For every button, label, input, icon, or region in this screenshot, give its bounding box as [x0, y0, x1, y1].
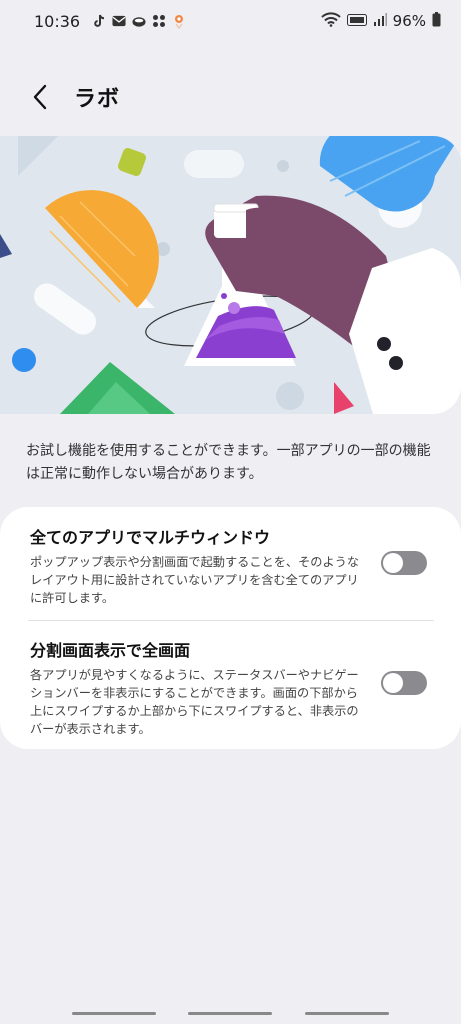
home-gesture[interactable]: [188, 1011, 273, 1015]
recent-apps-gesture[interactable]: [72, 1011, 157, 1015]
toggle-knob: [383, 673, 403, 693]
settings-card: 全てのアプリでマルチウィンドウ ポップアップ表示や分割画面で起動することを、その…: [0, 507, 461, 749]
fullscreen-split-toggle[interactable]: [381, 671, 427, 695]
battery-percent: 96%: [392, 12, 426, 30]
app-header: ラボ: [0, 72, 461, 122]
toggle-knob: [383, 553, 403, 573]
setting-title: 全てのアプリでマルチウィンドウ: [30, 528, 271, 547]
hero-illustration: [0, 136, 461, 414]
status-time: 10:36: [34, 11, 81, 31]
app-icon: [132, 14, 146, 28]
setting-multiwindow-all-apps[interactable]: 全てのアプリでマルチウィンドウ ポップアップ表示や分割画面で起動することを、その…: [30, 527, 435, 607]
divider: [28, 620, 434, 621]
location-pin-icon: [172, 14, 186, 29]
battery-icon: [432, 11, 441, 31]
setting-fullscreen-split-view[interactable]: 分割画面表示で全画面 各アプリが見やすくなるように、ステータスバーやナビゲーショ…: [30, 640, 435, 738]
status-left: 10:36: [34, 12, 186, 31]
status-bar: 10:36 96%: [0, 0, 461, 42]
navigation-bar: [0, 1002, 461, 1024]
back-gesture[interactable]: [304, 1011, 389, 1015]
multiwindow-toggle[interactable]: [381, 551, 427, 575]
setting-description: ポップアップ表示や分割画面で起動することを、そのようなレイアウト用に設計されてい…: [30, 555, 360, 605]
setting-title: 分割画面表示で全画面: [30, 641, 191, 660]
wifi-icon: [320, 11, 341, 31]
status-right: 96%: [320, 11, 441, 31]
signal-icon: [373, 12, 387, 30]
mail-icon: [112, 14, 126, 28]
tiktok-icon: [92, 14, 106, 28]
dots-icon: [152, 14, 166, 28]
page-title: ラボ: [74, 87, 121, 112]
volte-icon: [346, 12, 367, 30]
page-description: お試し機能を使用することができます。一部アプリの一部の機能は正常に動作しない場合…: [26, 443, 431, 482]
chevron-left-icon[interactable]: [26, 82, 56, 112]
setting-description: 各アプリが見やすくなるように、ステータスバーやナビゲーションバーを非表示にするこ…: [30, 668, 359, 736]
